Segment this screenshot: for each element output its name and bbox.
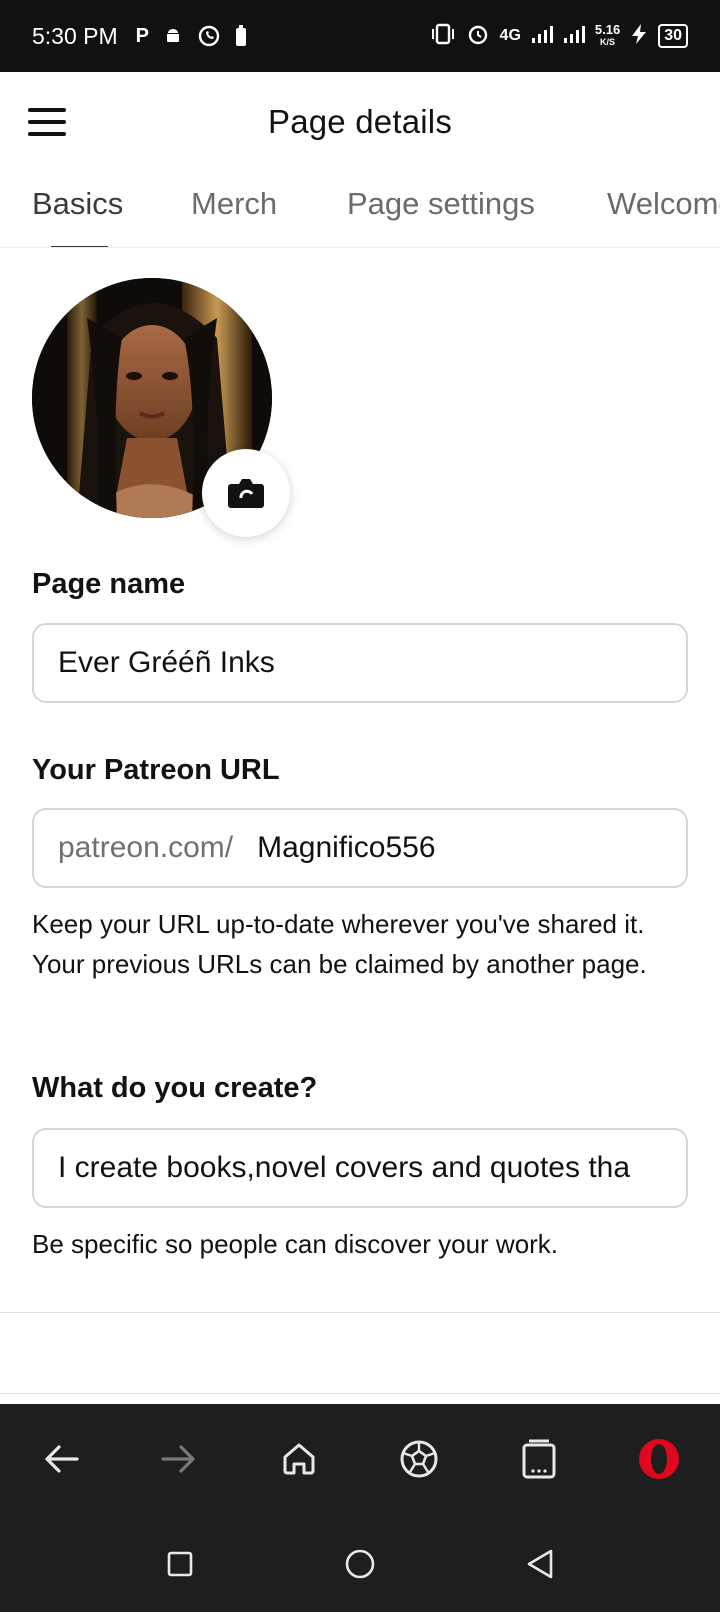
tab-merch[interactable]: Merch [191,186,277,222]
battery-level: 30 [658,24,688,48]
opera-logo-icon[interactable] [634,1434,684,1484]
browser-toolbar [0,1404,720,1514]
parking-icon: P [135,24,149,47]
active-tab-indicator [51,246,108,247]
net-speed-unit: K/S [600,37,616,47]
divider [0,1393,720,1394]
create-value: I create books,novel covers and quotes t… [58,1151,631,1184]
net-speed: 5.16 [594,22,621,37]
tab-bar: Basics Merch Page settings Welcome [0,172,720,248]
battery-small-icon [235,25,247,47]
create-field[interactable]: I create books,novel covers and quotes t… [32,1128,688,1208]
back-triangle-icon[interactable] [520,1544,560,1584]
status-time: 5:30 PM [32,22,118,49]
android-icon [163,26,183,46]
camera-icon [228,479,264,508]
home-circle-icon[interactable] [340,1544,380,1584]
vibrate-icon [430,23,456,50]
page-name-field[interactable]: Ever Grééñ Inks [32,623,688,703]
create-label: What do you create? [32,1072,318,1104]
page-title: Page details [267,103,453,140]
network-type: 4G [499,27,521,44]
create-help-text: Be specific so people can discover your … [32,1229,559,1259]
url-field[interactable]: patreon.com/ Magnifico556 [32,808,688,888]
back-arrow-icon[interactable] [36,1434,86,1484]
football-icon[interactable] [394,1434,444,1484]
tab-welcome[interactable]: Welcome [607,186,720,222]
url-label: Your Patreon URL [32,754,280,786]
tab-basics[interactable]: Basics [32,186,123,222]
menu-icon[interactable] [28,108,66,136]
forward-arrow-icon[interactable] [154,1434,204,1484]
change-photo-button[interactable] [202,449,290,537]
recents-icon[interactable] [160,1544,200,1584]
tabs-icon[interactable] [514,1434,564,1484]
tab-page-settings[interactable]: Page settings [347,186,535,222]
divider [0,1312,720,1313]
status-bar: 5:30 PM P 4G 5.16 K/S 30 [0,0,720,72]
page-name-value: Ever Grééñ Inks [58,646,275,679]
page-name-label: Page name [32,568,186,600]
signal-icon [531,24,553,49]
signal-icon-2 [563,24,585,49]
system-nav-bar [0,1514,720,1612]
alarm-icon [466,22,490,51]
charging-icon [630,23,648,50]
url-help-text: Keep your URL up-to-date wherever you've… [32,909,647,979]
header: Page details [0,72,720,172]
home-icon[interactable] [274,1434,324,1484]
whatsapp-icon [197,24,221,48]
url-value: Magnifico556 [257,831,436,864]
url-prefix: patreon.com/ [58,831,234,864]
